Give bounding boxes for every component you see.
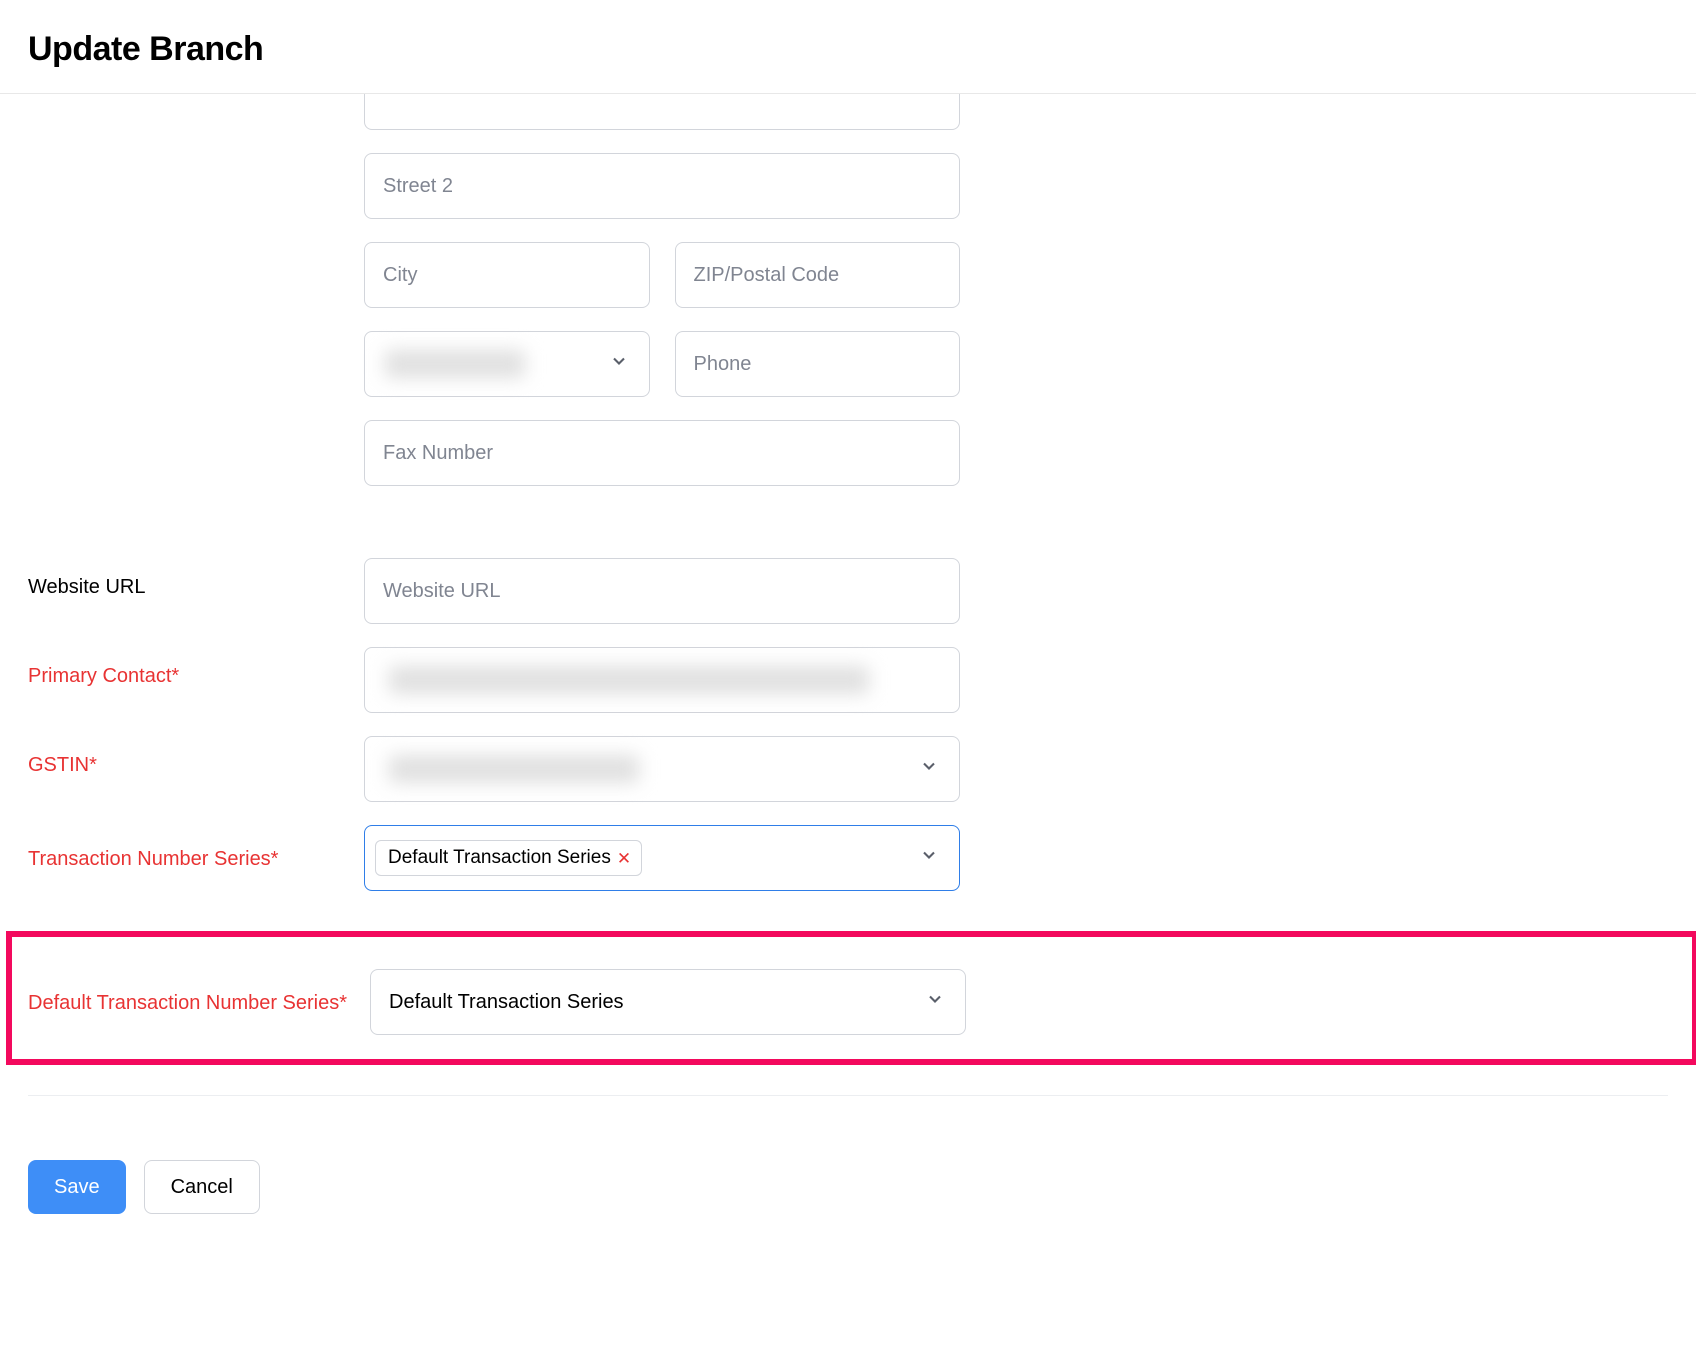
- phone-input[interactable]: [675, 331, 961, 397]
- form-container: Website URL Primary Contact* GSTIN* Tran…: [0, 94, 1696, 1126]
- fax-row: [28, 420, 1668, 486]
- chevron-down-icon: [919, 756, 939, 782]
- txn-series-chip-label: Default Transaction Series: [388, 847, 611, 869]
- state-value-redacted: [385, 350, 525, 378]
- city-input[interactable]: [364, 242, 650, 308]
- txn-series-multiselect[interactable]: Default Transaction Series ✕: [364, 825, 960, 891]
- gstin-label: GSTIN*: [28, 736, 364, 777]
- default-txn-series-row: Default Transaction Number Series* Defau…: [28, 969, 1668, 1035]
- street2-row: [28, 153, 1668, 219]
- close-icon[interactable]: ✕: [617, 850, 631, 867]
- page-header: Update Branch: [0, 0, 1696, 94]
- state-phone-row: [28, 331, 1668, 397]
- city-zip-row: [28, 242, 1668, 308]
- txn-series-chip[interactable]: Default Transaction Series ✕: [375, 840, 642, 876]
- website-label: Website URL: [28, 558, 364, 599]
- chevron-down-icon: [609, 351, 629, 377]
- city-zip-label-empty: [28, 242, 364, 260]
- website-input[interactable]: [364, 558, 960, 624]
- actions-row: Save Cancel: [0, 1126, 1696, 1248]
- highlight-box: Default Transaction Number Series* Defau…: [6, 931, 1696, 1065]
- street1-input-partial[interactable]: [364, 94, 960, 130]
- txn-series-label: Transaction Number Series*: [28, 825, 364, 875]
- primary-contact-value-redacted: [389, 666, 869, 694]
- txn-series-row: Transaction Number Series* Default Trans…: [28, 825, 1668, 891]
- default-txn-series-value: Default Transaction Series: [389, 991, 624, 1014]
- state-select[interactable]: [364, 331, 650, 397]
- street1-row: [28, 94, 1668, 130]
- street2-label-empty: [28, 153, 364, 171]
- fax-label-empty: [28, 420, 364, 438]
- fax-input[interactable]: [364, 420, 960, 486]
- gstin-row: GSTIN*: [28, 736, 1668, 802]
- divider: [28, 1095, 1668, 1096]
- default-txn-series-select[interactable]: Default Transaction Series: [370, 969, 966, 1035]
- primary-contact-label: Primary Contact*: [28, 647, 364, 688]
- chevron-down-icon: [925, 989, 945, 1015]
- page-title: Update Branch: [28, 30, 1668, 69]
- gstin-select[interactable]: [364, 736, 960, 802]
- chevron-down-icon: [919, 845, 939, 871]
- zip-input[interactable]: [675, 242, 961, 308]
- gstin-value-redacted: [389, 755, 639, 783]
- save-button[interactable]: Save: [28, 1160, 126, 1214]
- primary-contact-row: Primary Contact*: [28, 647, 1668, 713]
- cancel-button[interactable]: Cancel: [144, 1160, 260, 1214]
- website-row: Website URL: [28, 558, 1668, 624]
- state-phone-label-empty: [28, 331, 364, 349]
- default-txn-series-label: Default Transaction Number Series*: [28, 969, 370, 1019]
- primary-contact-select[interactable]: [364, 647, 960, 713]
- street2-input[interactable]: [364, 153, 960, 219]
- street1-label-empty: [28, 94, 364, 112]
